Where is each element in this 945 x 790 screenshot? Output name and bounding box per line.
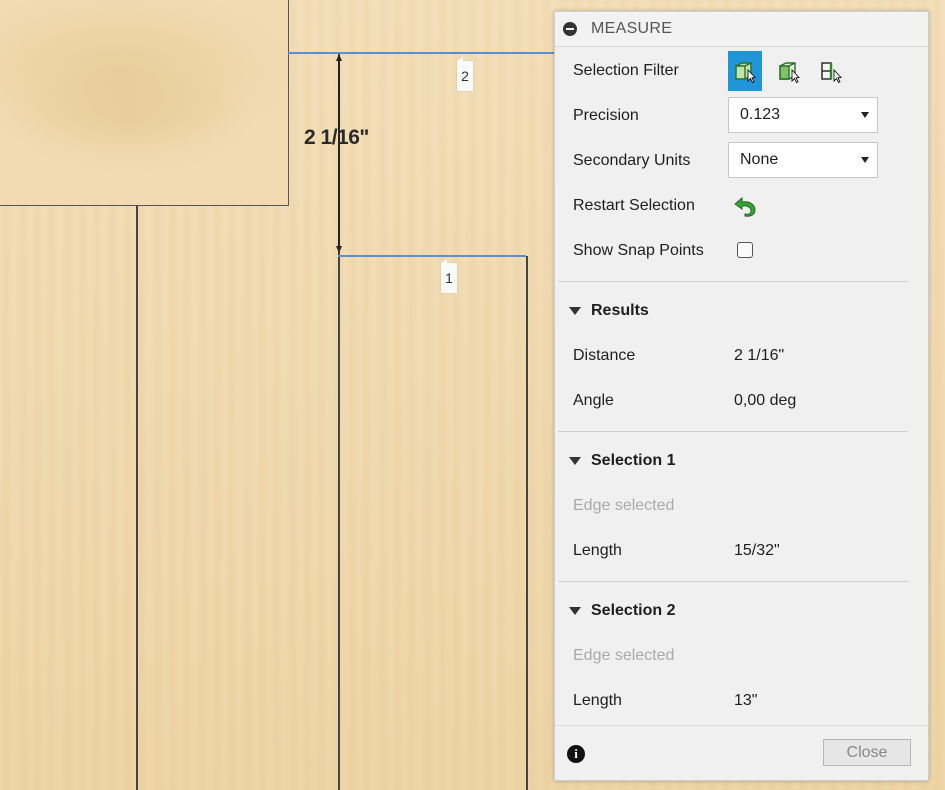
selected-edge-2[interactable] — [288, 52, 554, 54]
panel-title: MEASURE — [591, 20, 673, 37]
selection-1-section-header[interactable]: Selection 1 — [569, 452, 675, 470]
divider — [558, 581, 908, 582]
edge-select-icon[interactable] — [814, 51, 848, 91]
caret-down-icon — [569, 607, 581, 615]
face-select-icon[interactable] — [772, 51, 806, 91]
selection-2-status-row: Edge selected — [555, 633, 928, 678]
close-button[interactable]: Close — [823, 739, 911, 766]
dimension-arrow-down — [336, 246, 342, 253]
divider — [558, 431, 908, 432]
selection-filter-label: Selection Filter — [573, 61, 679, 79]
caret-down-icon — [569, 457, 581, 465]
results-section-header[interactable]: Results — [569, 302, 649, 320]
precision-select[interactable]: 0.123 — [728, 97, 878, 133]
selection-1-title: Selection 1 — [591, 452, 676, 469]
secondary-units-row: Secondary Units None — [555, 138, 928, 183]
precision-value: 0.123 — [740, 106, 781, 123]
dimension-label: 2 1/16" — [304, 126, 369, 149]
selection-2-length-row: Length 13" — [555, 678, 928, 723]
chevron-down-icon — [861, 157, 869, 163]
board-upper-left[interactable] — [0, 0, 289, 206]
dimension-line — [338, 60, 340, 250]
selection-1-length-row: Length 15/32" — [555, 528, 928, 573]
selection-1-length-label: Length — [573, 541, 622, 559]
selection-marker-2: 2 — [457, 57, 473, 91]
dimension-arrow-up — [336, 54, 342, 61]
restart-selection-label: Restart Selection — [573, 196, 695, 214]
distance-value: 2 1/16" — [734, 346, 785, 364]
angle-value: 0,00 deg — [734, 391, 797, 409]
restart-selection-row: Restart Selection — [555, 183, 928, 228]
selection-2-length-label: Length — [573, 691, 622, 709]
info-icon[interactable]: i — [567, 745, 585, 763]
selected-edge-1[interactable] — [338, 255, 526, 257]
results-title: Results — [591, 302, 649, 319]
divider — [558, 281, 908, 282]
selection-2-length-value: 13" — [734, 691, 758, 709]
collapse-icon[interactable] — [563, 22, 577, 36]
show-snap-points-label: Show Snap Points — [573, 241, 704, 259]
secondary-units-label: Secondary Units — [573, 151, 691, 169]
angle-label: Angle — [573, 391, 614, 409]
board-seam — [526, 256, 528, 790]
angle-row: Angle 0,00 deg — [555, 378, 928, 423]
selection-1-length-value: 15/32" — [734, 541, 780, 559]
body-select-icon[interactable] — [728, 50, 762, 91]
selection-marker-1: 1 — [441, 259, 457, 293]
caret-down-icon — [569, 307, 581, 315]
selection-filter-row: Selection Filter — [555, 48, 928, 93]
selection-2-section-header[interactable]: Selection 2 — [569, 602, 675, 620]
selection-1-status: Edge selected — [573, 496, 675, 514]
precision-label: Precision — [573, 106, 639, 124]
panel-footer: i Close — [555, 725, 928, 780]
selection-2-status: Edge selected — [573, 646, 675, 664]
measure-panel: MEASURE Selection Filter Precision 0.123… — [554, 11, 929, 781]
selection-2-title: Selection 2 — [591, 602, 676, 619]
distance-row: Distance 2 1/16" — [555, 333, 928, 378]
secondary-units-select[interactable]: None — [728, 142, 878, 178]
selection-1-status-row: Edge selected — [555, 483, 928, 528]
show-snap-points-row: Show Snap Points — [555, 228, 928, 273]
board-seam — [136, 205, 138, 790]
precision-row: Precision 0.123 — [555, 93, 928, 138]
distance-label: Distance — [573, 346, 636, 364]
show-snap-points-checkbox[interactable] — [737, 242, 753, 258]
restart-selection-icon[interactable] — [732, 193, 758, 219]
chevron-down-icon — [861, 112, 869, 118]
panel-header: MEASURE — [555, 12, 928, 47]
secondary-units-value: None — [740, 151, 779, 168]
